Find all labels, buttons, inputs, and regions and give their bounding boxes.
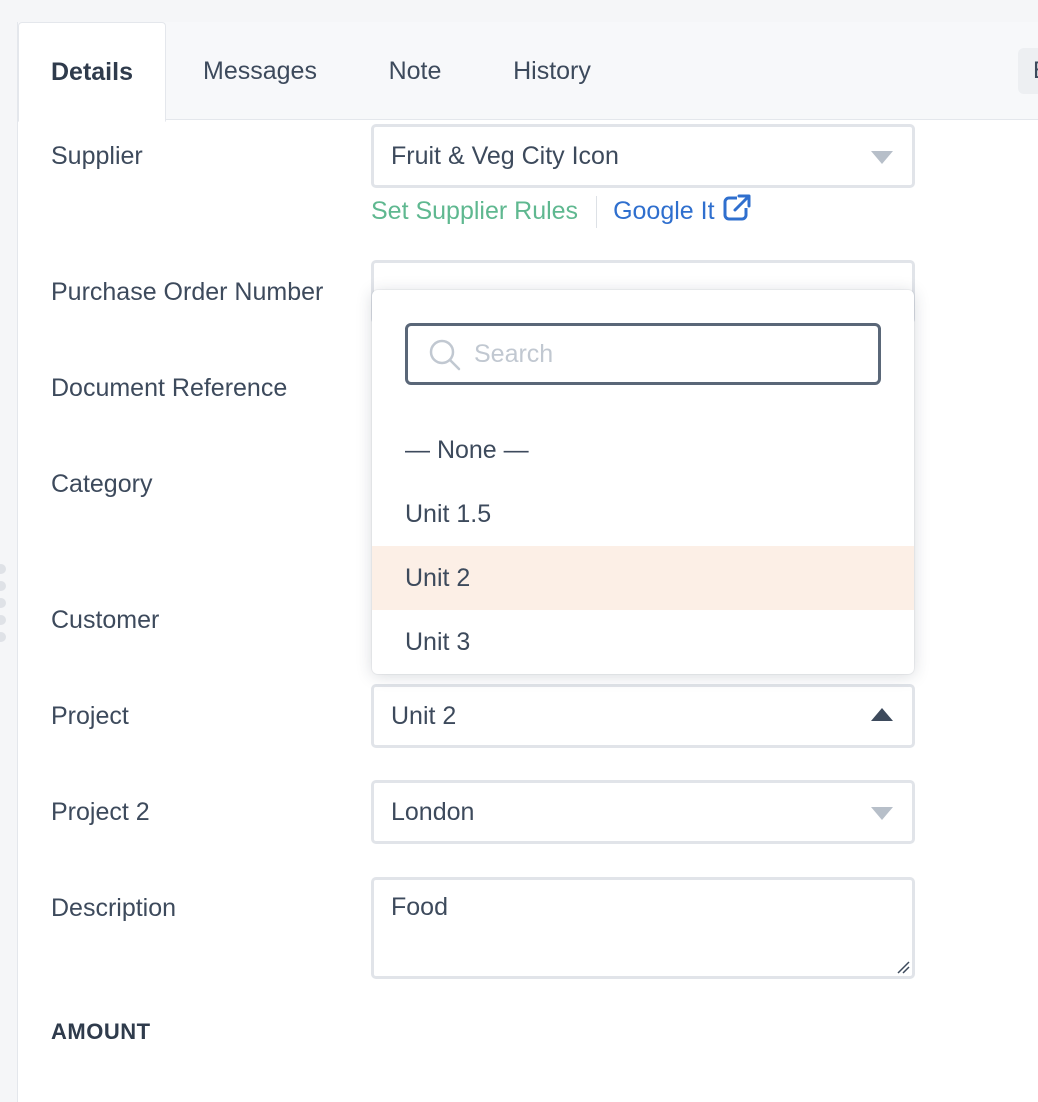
project-value: Unit 2 [391,702,457,730]
set-supplier-rules-link[interactable]: Set Supplier Rules [371,197,578,225]
tab-note[interactable]: Note [358,22,472,119]
resize-grip-icon[interactable] [896,960,910,974]
dropdown-search-input[interactable]: Search [405,323,881,385]
project-label: Project [51,702,129,730]
project-2-label: Project 2 [51,798,150,826]
dropdown-option-unit-2[interactable]: Unit 2 [372,546,914,610]
chevron-up-icon [871,708,893,721]
document-reference-label: Document Reference [51,374,288,402]
project-2-value: London [391,798,475,826]
description-value: Food [391,893,448,921]
tab-details[interactable]: Details [18,22,166,122]
project-dropdown-menu: Search — None — Unit 1.5 Unit 2 Unit 3 [372,290,914,674]
search-placeholder: Search [474,340,554,368]
category-label: Category [51,470,153,498]
customer-label: Customer [51,606,160,634]
drag-handle-icon[interactable] [0,564,6,649]
description-label: Description [51,894,177,922]
supplier-links: Set Supplier Rules Google It [371,194,751,229]
supplier-value: Fruit & Veg City Icon [391,142,619,170]
project-select[interactable]: Unit 2 [371,684,915,748]
supplier-select[interactable]: Fruit & Veg City Icon [371,124,915,188]
tab-history[interactable]: History [492,22,612,119]
tab-bar: Details Messages Note History E [18,22,1038,122]
supplier-label: Supplier [51,142,143,170]
dropdown-option-unit-3[interactable]: Unit 3 [372,610,914,674]
external-link-icon [723,194,751,221]
details-panel: Details Messages Note History E Supplier… [17,22,1038,1102]
amount-section-title: AMOUNT [51,1019,151,1044]
dropdown-option-none[interactable]: — None — [372,418,914,482]
google-it-label: Google It [613,197,715,225]
google-it-link[interactable]: Google It [613,194,751,225]
description-textarea[interactable]: Food [371,877,915,979]
dropdown-option-unit-1-5[interactable]: Unit 1.5 [372,482,914,546]
project-2-select[interactable]: London [371,780,915,844]
chevron-down-icon [871,807,893,820]
toolbar-button[interactable]: E [1018,48,1038,94]
search-icon [429,339,461,371]
link-divider [596,196,598,229]
chevron-down-icon [871,151,893,164]
tab-messages[interactable]: Messages [182,22,338,119]
po-number-label: Purchase Order Number [51,278,324,306]
